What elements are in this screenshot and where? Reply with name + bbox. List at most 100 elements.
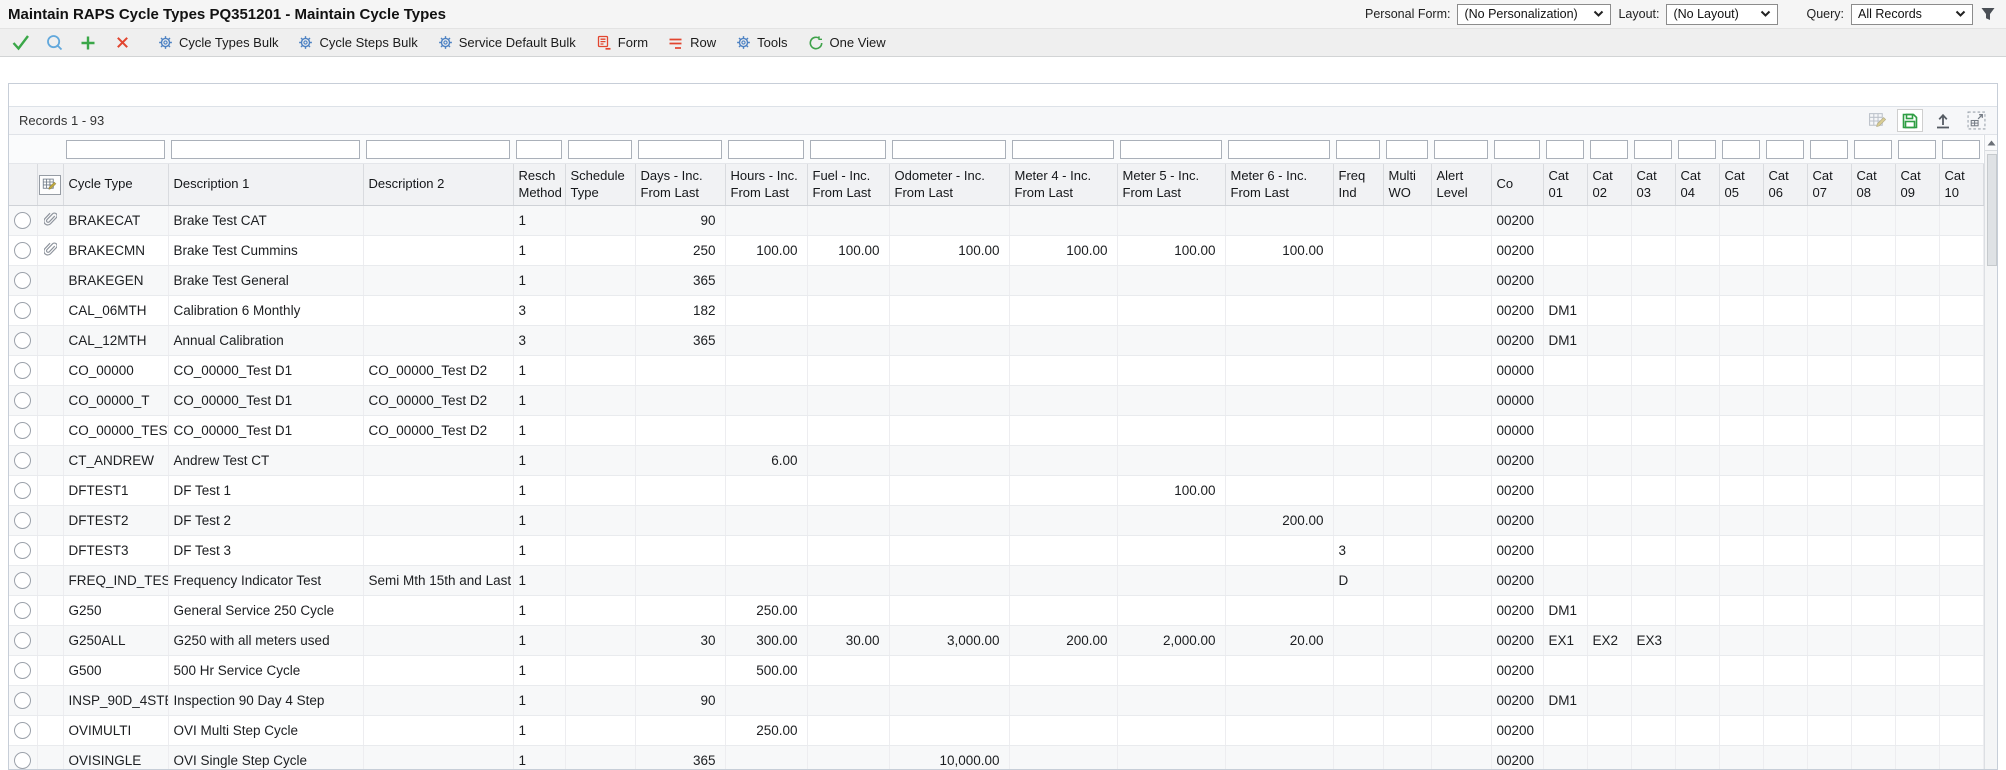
cell-alert_level[interactable] bbox=[1431, 686, 1491, 716]
cell-freq_ind[interactable] bbox=[1333, 386, 1383, 416]
qbe-filter-alert_level[interactable] bbox=[1434, 140, 1488, 159]
cell-multi_wo[interactable] bbox=[1383, 506, 1431, 536]
col-header-fuel_inc[interactable]: Fuel - Inc. From Last bbox=[807, 164, 889, 206]
cell-description_1[interactable]: CO_00000_Test D1 bbox=[168, 386, 363, 416]
col-header-meter6_inc[interactable]: Meter 6 - Inc. From Last bbox=[1225, 164, 1333, 206]
col-header-schedule_type[interactable]: Schedule Type bbox=[565, 164, 635, 206]
cell-cat_06[interactable] bbox=[1763, 686, 1807, 716]
cell-meter6_inc[interactable] bbox=[1225, 326, 1333, 356]
save-grid-format-button[interactable] bbox=[1897, 109, 1923, 132]
qbe-filter-cat_10[interactable] bbox=[1942, 140, 1980, 159]
cell-alert_level[interactable] bbox=[1431, 566, 1491, 596]
cell-cat_06[interactable] bbox=[1763, 206, 1807, 236]
cell-cat_02[interactable] bbox=[1587, 416, 1631, 446]
cell-cat_03[interactable] bbox=[1631, 506, 1675, 536]
qbe-filter-resch_method[interactable] bbox=[516, 140, 562, 159]
cell-meter6_inc[interactable] bbox=[1225, 266, 1333, 296]
cell-meter4_inc[interactable] bbox=[1009, 206, 1117, 236]
cell-meter4_inc[interactable] bbox=[1009, 266, 1117, 296]
cell-multi_wo[interactable] bbox=[1383, 296, 1431, 326]
cell-resch_method[interactable]: 1 bbox=[513, 206, 565, 236]
cell-days_inc[interactable] bbox=[635, 446, 725, 476]
add-button[interactable] bbox=[74, 31, 102, 55]
col-header-cycle_type[interactable]: Cycle Type bbox=[63, 164, 168, 206]
cell-description_1[interactable]: General Service 250 Cycle bbox=[168, 596, 363, 626]
qbe-filter-cat_01[interactable] bbox=[1546, 140, 1584, 159]
cell-alert_level[interactable] bbox=[1431, 476, 1491, 506]
cell-freq_ind[interactable]: D bbox=[1333, 566, 1383, 596]
cell-meter6_inc[interactable] bbox=[1225, 686, 1333, 716]
cell-resch_method[interactable]: 1 bbox=[513, 626, 565, 656]
cell-description_2[interactable] bbox=[363, 506, 513, 536]
cell-cat_07[interactable] bbox=[1807, 746, 1851, 770]
qbe-filter-days_inc[interactable] bbox=[638, 140, 722, 159]
cell-cat_10[interactable] bbox=[1939, 656, 1983, 686]
cell-cat_09[interactable] bbox=[1895, 716, 1939, 746]
cell-cat_03[interactable] bbox=[1631, 206, 1675, 236]
row-select-radio[interactable] bbox=[14, 602, 31, 619]
cell-description_1[interactable]: Calibration 6 Monthly bbox=[168, 296, 363, 326]
cell-cat_01[interactable] bbox=[1543, 566, 1587, 596]
cell-cycle_type[interactable]: OVIMULTI bbox=[63, 716, 168, 746]
cell-cat_06[interactable] bbox=[1763, 626, 1807, 656]
cell-cat_02[interactable] bbox=[1587, 686, 1631, 716]
cell-co[interactable]: 00000 bbox=[1491, 416, 1543, 446]
cell-meter6_inc[interactable] bbox=[1225, 716, 1333, 746]
cell-freq_ind[interactable] bbox=[1333, 716, 1383, 746]
cell-cat_08[interactable] bbox=[1851, 716, 1895, 746]
cell-multi_wo[interactable] bbox=[1383, 716, 1431, 746]
col-header-days_inc[interactable]: Days - Inc. From Last bbox=[635, 164, 725, 206]
cell-cat_03[interactable] bbox=[1631, 326, 1675, 356]
cell-freq_ind[interactable] bbox=[1333, 686, 1383, 716]
menu-cycle-steps-bulk[interactable]: Cycle Steps Bulk bbox=[298, 35, 417, 50]
cell-days_inc[interactable] bbox=[635, 416, 725, 446]
cell-resch_method[interactable]: 1 bbox=[513, 746, 565, 770]
cell-resch_method[interactable]: 1 bbox=[513, 416, 565, 446]
cell-cat_04[interactable] bbox=[1675, 446, 1719, 476]
cell-odometer_inc[interactable] bbox=[889, 206, 1009, 236]
cell-freq_ind[interactable] bbox=[1333, 296, 1383, 326]
cell-cat_08[interactable] bbox=[1851, 626, 1895, 656]
cell-cat_03[interactable] bbox=[1631, 566, 1675, 596]
cell-meter5_inc[interactable] bbox=[1117, 296, 1225, 326]
cell-cycle_type[interactable]: DFTEST1 bbox=[63, 476, 168, 506]
cell-freq_ind[interactable] bbox=[1333, 656, 1383, 686]
cell-cat_03[interactable] bbox=[1631, 716, 1675, 746]
cell-cat_07[interactable] bbox=[1807, 356, 1851, 386]
qbe-filter-cat_07[interactable] bbox=[1810, 140, 1848, 159]
cell-cat_01[interactable]: DM1 bbox=[1543, 686, 1587, 716]
cell-cat_08[interactable] bbox=[1851, 566, 1895, 596]
qbe-filter-cycle_type[interactable] bbox=[66, 140, 165, 159]
cell-cat_10[interactable] bbox=[1939, 386, 1983, 416]
cell-odometer_inc[interactable] bbox=[889, 296, 1009, 326]
cell-cat_10[interactable] bbox=[1939, 506, 1983, 536]
cell-cat_07[interactable] bbox=[1807, 446, 1851, 476]
qbe-filter-hours_inc[interactable] bbox=[728, 140, 804, 159]
cell-fuel_inc[interactable] bbox=[807, 506, 889, 536]
row-select-radio[interactable] bbox=[14, 422, 31, 439]
cell-description_2[interactable] bbox=[363, 206, 513, 236]
cell-schedule_type[interactable] bbox=[565, 536, 635, 566]
col-header-alert_level[interactable]: Alert Level bbox=[1431, 164, 1491, 206]
cell-cat_10[interactable] bbox=[1939, 626, 1983, 656]
cell-resch_method[interactable]: 3 bbox=[513, 326, 565, 356]
menu-form[interactable]: Form bbox=[596, 35, 648, 51]
cell-cat_09[interactable] bbox=[1895, 626, 1939, 656]
cell-cat_08[interactable] bbox=[1851, 476, 1895, 506]
cell-alert_level[interactable] bbox=[1431, 596, 1491, 626]
cell-meter5_inc[interactable] bbox=[1117, 686, 1225, 716]
col-header-meter5_inc[interactable]: Meter 5 - Inc. From Last bbox=[1117, 164, 1225, 206]
cell-cat_02[interactable] bbox=[1587, 566, 1631, 596]
cell-odometer_inc[interactable] bbox=[889, 266, 1009, 296]
col-header-cat_04[interactable]: Cat 04 bbox=[1675, 164, 1719, 206]
cell-hours_inc[interactable] bbox=[725, 326, 807, 356]
cell-odometer_inc[interactable] bbox=[889, 686, 1009, 716]
cell-resch_method[interactable]: 1 bbox=[513, 356, 565, 386]
qbe-filter-description_1[interactable] bbox=[171, 140, 360, 159]
cell-cat_04[interactable] bbox=[1675, 296, 1719, 326]
grid-customize-button[interactable] bbox=[39, 175, 61, 195]
cell-resch_method[interactable]: 1 bbox=[513, 536, 565, 566]
cell-multi_wo[interactable] bbox=[1383, 266, 1431, 296]
cell-fuel_inc[interactable] bbox=[807, 326, 889, 356]
cell-alert_level[interactable] bbox=[1431, 626, 1491, 656]
